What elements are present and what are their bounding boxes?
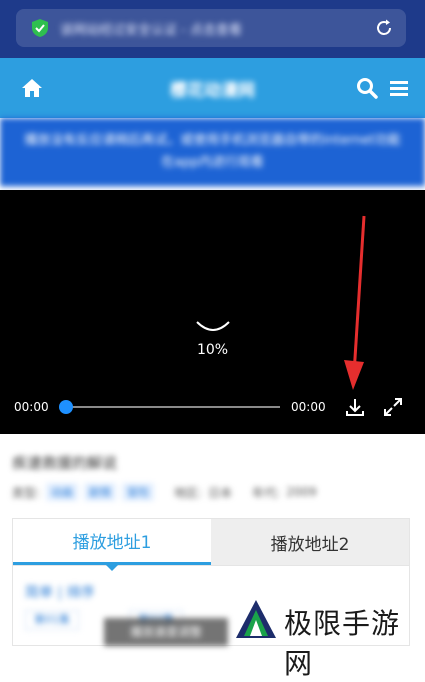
year-value: 2009 [286, 485, 317, 499]
genre-tag[interactable]: 冒险 [122, 483, 155, 501]
episode-sort[interactable]: 简单 | 排序 [25, 582, 95, 602]
site-header: 樱花动漫网 [0, 58, 425, 118]
type-label: 类型: [12, 485, 41, 500]
seek-handle[interactable] [59, 400, 73, 414]
video-player[interactable]: 10% 00:00 00:00 [0, 190, 425, 434]
watermark-logo-icon [236, 600, 276, 638]
notice-banner: 播放没有反应请稍后再试，或使用手机浏览器自带的internet功能在app内进行… [0, 118, 425, 188]
watermark-text: 极限手游网 [284, 607, 401, 680]
download-icon[interactable] [344, 396, 366, 418]
browser-bar: 该网站经过安全认证 - 点击查看 [0, 0, 425, 58]
video-title: 疾速救援的解说 [12, 454, 118, 472]
genre-tag[interactable]: 剧情 [84, 483, 117, 501]
url-text: 该网站经过安全认证 - 点击查看 [60, 23, 242, 37]
shield-check-icon [32, 19, 48, 37]
duration-time: 00:00 [291, 400, 326, 414]
region-label: 地区: [174, 485, 203, 500]
loading-spinner-icon [196, 321, 230, 331]
meta-row: 类型: 动画 剧情 冒险 地区: 日本 年代: 2009 [12, 482, 412, 502]
fullscreen-icon[interactable] [382, 396, 404, 418]
region-value: 日本 [208, 485, 233, 500]
tab-label: 播放地址2 [270, 534, 350, 555]
tab-label: 播放地址1 [72, 533, 152, 553]
episode-button[interactable]: 第01集 [25, 610, 79, 630]
menu-icon[interactable] [387, 76, 411, 100]
seek-bar[interactable] [59, 400, 280, 414]
tab-source-2[interactable]: 播放地址2 [211, 519, 409, 565]
address-bar[interactable]: 该网站经过安全认证 - 点击查看 [16, 9, 406, 47]
search-icon[interactable] [355, 76, 379, 100]
refresh-icon[interactable] [374, 18, 394, 38]
current-time: 00:00 [14, 400, 49, 414]
floating-toast: 播放速度调整 [104, 618, 228, 646]
source-tabs: 播放地址1 播放地址2 [12, 518, 410, 571]
genre-tag[interactable]: 动画 [46, 483, 79, 501]
tab-source-1[interactable]: 播放地址1 [13, 519, 211, 571]
watermark: 极限手游网 [234, 596, 424, 680]
year-label: 年代: [252, 485, 281, 500]
loading-percent: 10% [196, 342, 229, 358]
red-arrow-annotation [344, 215, 366, 390]
